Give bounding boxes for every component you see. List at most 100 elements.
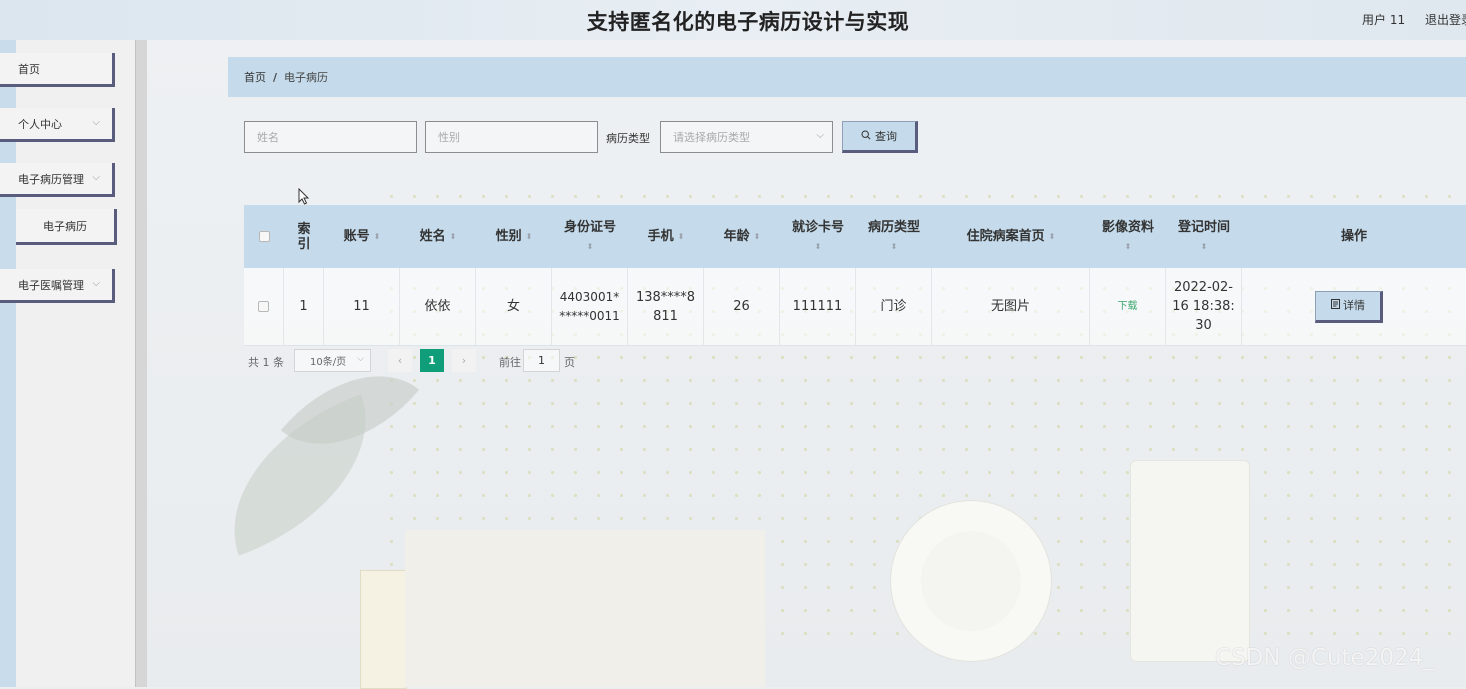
header-name-label: 姓名: [419, 229, 446, 244]
background-decor-box: [360, 570, 407, 689]
pagination-total: 共 1 条: [248, 356, 284, 369]
sort-icon[interactable]: ⬍: [374, 229, 381, 244]
page-size-select[interactable]: 10条/页 ⌵: [294, 349, 371, 372]
header-phone-label: 手机: [647, 229, 674, 244]
header-card-no[interactable]: 就诊卡号 ⬍: [780, 205, 856, 268]
header-record-type[interactable]: 病历类型 ⬍: [856, 205, 932, 268]
table-row: 1 11 依依 女 4403001* *****0011 138****8 81…: [244, 268, 1466, 346]
header-phone[interactable]: 手机 ⬍: [628, 205, 704, 268]
cell-gender: 女: [476, 268, 552, 345]
sort-icon[interactable]: ⬍: [678, 229, 685, 244]
detail-button[interactable]: 详情: [1315, 290, 1383, 323]
name-placeholder: 姓名: [257, 131, 279, 144]
page-size-label: 10条/页: [310, 357, 347, 368]
header-account[interactable]: 账号 ⬍: [324, 205, 400, 268]
record-type-label: 病历类型: [606, 132, 650, 145]
sidebar-item-orders-management[interactable]: 电子医嘱管理 ⌵: [0, 269, 115, 303]
header-id-card-label: 身份证号: [563, 219, 616, 235]
header-age[interactable]: 年龄 ⬍: [704, 205, 780, 268]
chevron-down-icon: ⌵: [357, 354, 364, 364]
chevron-down-icon: ⌵: [816, 130, 824, 141]
gender-placeholder: 性别: [438, 131, 460, 144]
cell-id-card: 4403001* *****0011: [552, 268, 628, 345]
record-type-select[interactable]: 请选择病历类型 ⌵: [660, 121, 833, 153]
sort-icon[interactable]: ⬍: [587, 239, 594, 254]
header-index: 索 引: [297, 221, 311, 252]
background-decor-ring: [890, 500, 1052, 662]
cell-images: 下载: [1090, 268, 1166, 345]
header-reg-time-label: 登记时间: [1177, 219, 1230, 235]
background-decor-cylinder: [1130, 460, 1250, 662]
sidebar-item-label: 个人中心: [18, 117, 62, 131]
row-checkbox[interactable]: [258, 301, 269, 312]
sort-icon[interactable]: ⬍: [754, 229, 761, 244]
breadcrumb-current: 电子病历: [284, 71, 329, 84]
sidebar-divider: [135, 40, 147, 687]
sidebar-item-label: 电子病历管理: [18, 172, 84, 186]
cell-record-type: 门诊: [856, 268, 932, 345]
header-reg-time[interactable]: 登记时间 ⬍: [1166, 205, 1242, 268]
current-user: 用户 11: [1362, 13, 1406, 27]
header-name[interactable]: 姓名 ⬍: [400, 205, 476, 268]
header-actions: 操作: [1340, 229, 1367, 244]
search-icon: [861, 129, 871, 143]
sidebar-item-home[interactable]: 首页: [0, 53, 115, 87]
watermark: CSDN @Cute2024_: [1215, 645, 1435, 671]
top-header: 支持匿名化的电子病历设计与实现 用户 11 退出登录: [0, 0, 1466, 40]
detail-button-label: 详情: [1343, 299, 1365, 312]
header-front-page[interactable]: 住院病案首页 ⬍: [932, 205, 1090, 268]
select-all-cell: [244, 205, 284, 268]
sort-icon[interactable]: ⬍: [815, 239, 822, 254]
cell-actions: 详情: [1242, 268, 1466, 345]
header-gender[interactable]: 性别 ⬍: [476, 205, 552, 268]
header-record-type-label: 病历类型: [867, 219, 920, 235]
gender-search-input[interactable]: 性别: [425, 121, 598, 153]
page-number-current[interactable]: 1: [420, 349, 444, 372]
next-page-button[interactable]: ›: [452, 349, 476, 372]
sidebar-subitem-emr[interactable]: 电子病历: [16, 209, 117, 245]
table-header: 索 引 账号 ⬍ 姓名 ⬍ 性别 ⬍ 身份证号 ⬍ 手机 ⬍ 年龄 ⬍ 就诊卡号 ⬍ 病历类型…: [244, 205, 1466, 268]
goto-page-input[interactable]: 1: [523, 349, 560, 372]
cell-index: 1: [284, 268, 324, 345]
page-suffix: 页: [564, 356, 575, 369]
header-images-label: 影像资料: [1101, 219, 1154, 235]
sidebar-item-personal-center[interactable]: 个人中心 ⌵: [0, 108, 115, 142]
sidebar-item-emr-management[interactable]: 电子病历管理 ⌵: [0, 163, 115, 197]
chevron-down-icon: ⌵: [92, 278, 100, 289]
row-select-cell: [244, 268, 284, 345]
sort-icon[interactable]: ⬍: [1125, 239, 1132, 254]
document-icon: [1331, 296, 1340, 315]
name-search-input[interactable]: 姓名: [244, 121, 417, 153]
header-account-label: 账号: [343, 229, 370, 244]
cell-reg-time: 2022-02- 16 18:38: 30: [1166, 268, 1242, 345]
logout-link[interactable]: 退出登录: [1425, 11, 1466, 28]
sort-icon[interactable]: ⬍: [1049, 229, 1056, 244]
header-card-no-label: 就诊卡号: [791, 219, 844, 235]
header-id-card[interactable]: 身份证号 ⬍: [552, 205, 628, 268]
cell-account: 11: [324, 268, 400, 345]
chevron-down-icon: ⌵: [92, 117, 100, 128]
background-decor-box: [405, 530, 765, 687]
header-images[interactable]: 影像资料 ⬍: [1090, 205, 1166, 268]
sidebar-item-label: 电子医嘱管理: [18, 278, 84, 292]
cell-name: 依依: [400, 268, 476, 345]
query-button-label: 查询: [875, 130, 897, 143]
cell-phone: 138****8 811: [628, 268, 704, 345]
header-front-page-label: 住院病案首页: [966, 229, 1045, 244]
sort-icon[interactable]: ⬍: [526, 229, 533, 244]
sort-icon[interactable]: ⬍: [450, 229, 457, 244]
download-link[interactable]: 下载: [1118, 297, 1138, 316]
cell-age: 26: [704, 268, 780, 345]
select-all-checkbox[interactable]: [258, 231, 270, 242]
breadcrumb-separator: /: [273, 70, 278, 84]
header-gender-label: 性别: [495, 229, 522, 244]
breadcrumb-home[interactable]: 首页: [244, 69, 266, 85]
cell-front-page: 无图片: [932, 268, 1090, 345]
prev-page-button[interactable]: ‹: [388, 349, 412, 372]
query-button[interactable]: 查询: [842, 121, 918, 153]
breadcrumb: 首页 / 电子病历: [228, 57, 1466, 97]
chevron-down-icon: ⌵: [92, 172, 100, 183]
sort-icon[interactable]: ⬍: [1201, 239, 1208, 254]
sort-icon[interactable]: ⬍: [891, 239, 898, 254]
sidebar-item-label: 首页: [18, 62, 40, 76]
